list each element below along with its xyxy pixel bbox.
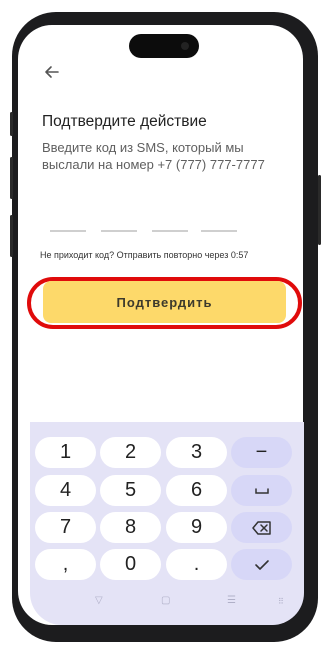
key-3[interactable]: 3 [166, 437, 227, 468]
phone-side-button [10, 112, 13, 136]
key-comma[interactable]: , [35, 549, 96, 580]
key-minus[interactable]: − [231, 437, 292, 468]
key-4[interactable]: 4 [35, 475, 96, 506]
key-dot[interactable]: . [166, 549, 227, 580]
phone-side-button [318, 175, 321, 245]
key-6[interactable]: 6 [166, 475, 227, 506]
backspace-icon [251, 520, 271, 535]
nav-keyboard-icon[interactable]: ⠿ [278, 597, 284, 606]
page-subtitle: Введите код из SMS, который мы выслали н… [42, 140, 265, 172]
camera-icon [181, 42, 189, 50]
key-1[interactable]: 1 [35, 437, 96, 468]
confirm-button[interactable]: Подтвердить [43, 281, 286, 323]
camera-notch [129, 34, 199, 58]
key-5[interactable]: 5 [100, 475, 161, 506]
key-9[interactable]: 9 [166, 512, 227, 543]
key-8[interactable]: 8 [100, 512, 161, 543]
key-7[interactable]: 7 [35, 512, 96, 543]
nav-back-icon[interactable]: ▽ [95, 595, 103, 606]
key-backspace[interactable] [231, 512, 292, 543]
phone-side-button [10, 157, 13, 199]
code-digit-field[interactable] [201, 230, 237, 232]
resend-code-text[interactable]: Не приходит код? Отправить повторно чере… [40, 250, 248, 260]
key-done[interactable] [231, 549, 292, 580]
code-digit-field[interactable] [152, 230, 188, 232]
code-digit-field[interactable] [50, 230, 86, 232]
page-title: Подтвердите действие [42, 113, 207, 130]
back-arrow-icon[interactable] [38, 58, 66, 86]
code-digit-field[interactable] [101, 230, 137, 232]
key-space[interactable] [231, 475, 292, 506]
space-icon [254, 487, 269, 494]
nav-recents-icon[interactable]: ☰ [227, 595, 236, 606]
key-2[interactable]: 2 [100, 437, 161, 468]
phone-side-button [10, 215, 13, 257]
nav-home-icon[interactable]: ▢ [161, 595, 170, 606]
key-0[interactable]: 0 [100, 549, 161, 580]
checkmark-icon [254, 559, 269, 570]
